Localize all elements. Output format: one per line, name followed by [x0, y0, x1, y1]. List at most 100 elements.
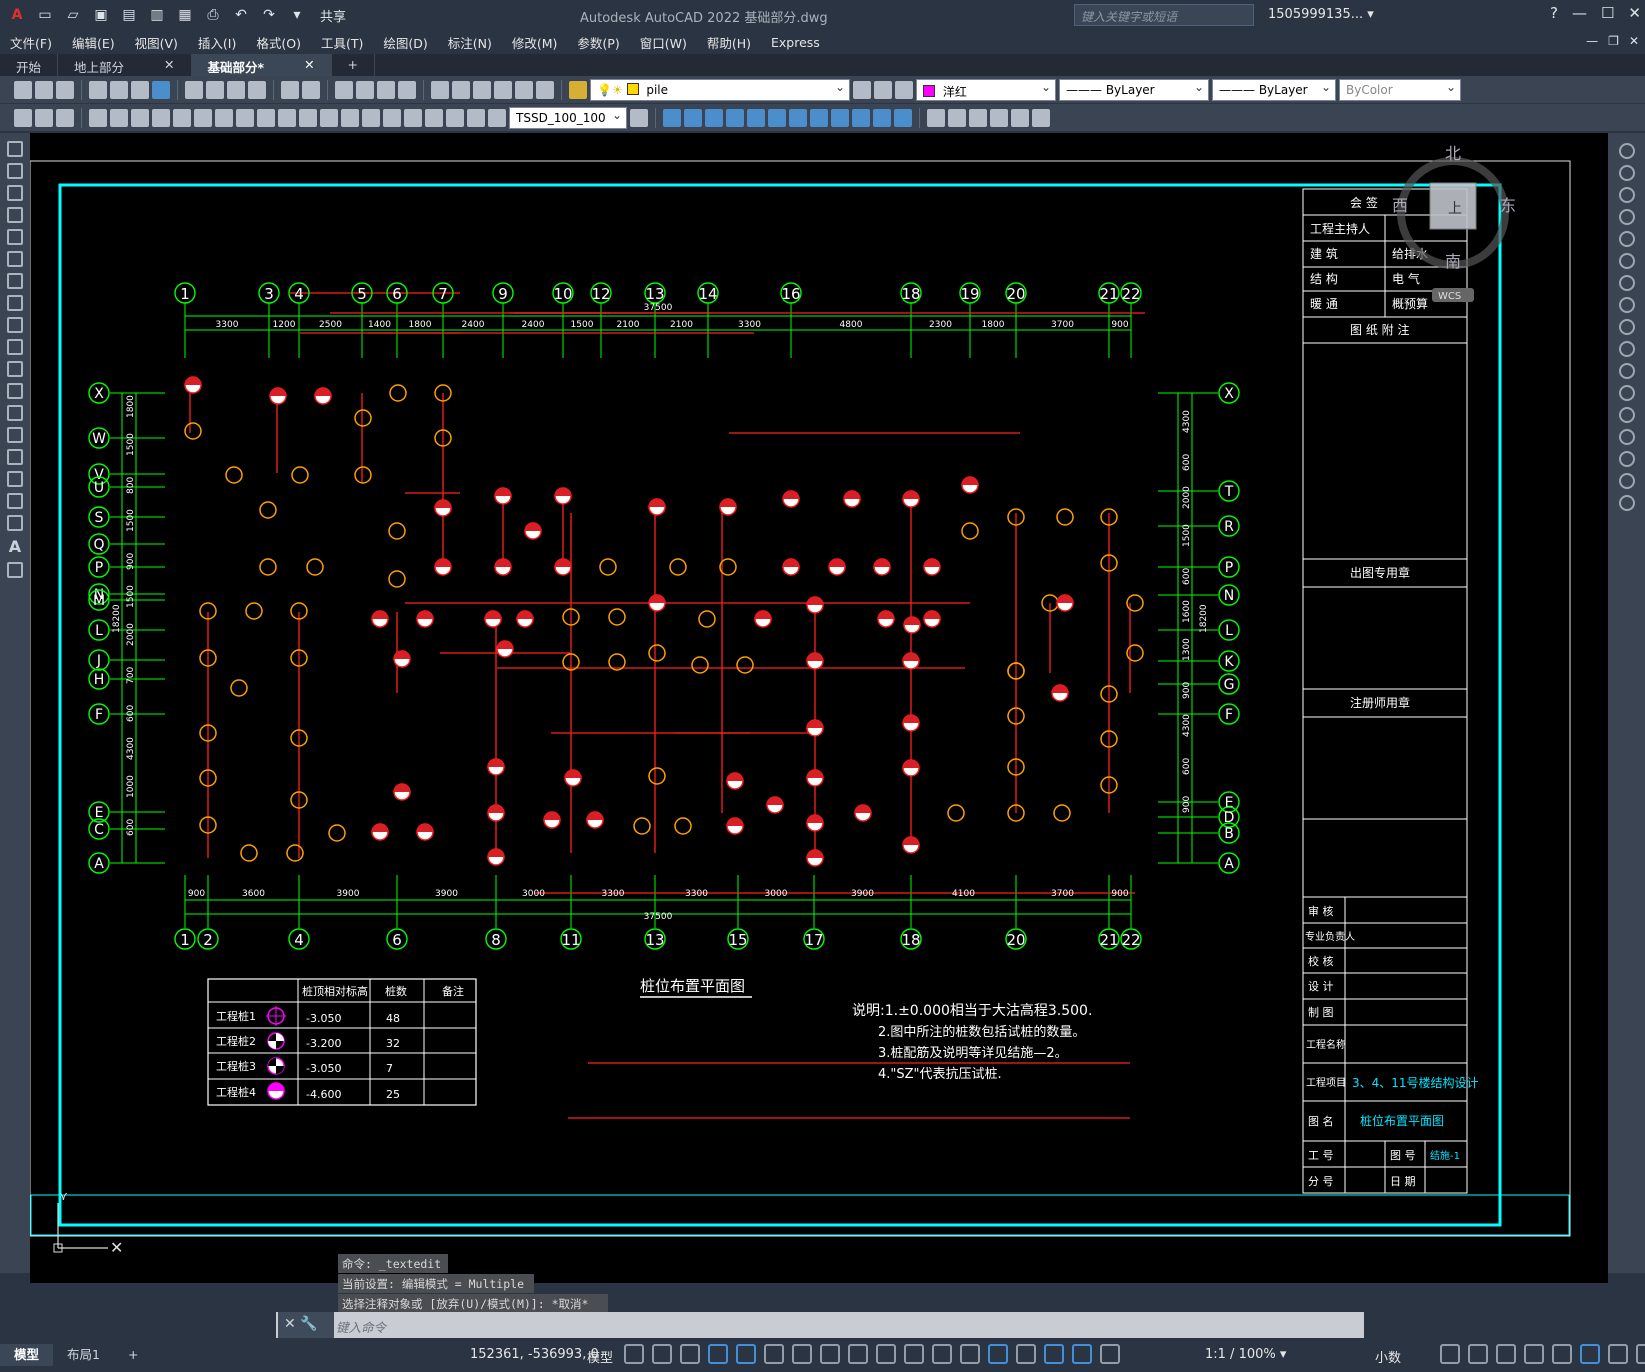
scale-icon[interactable] [1618, 297, 1635, 313]
table-icon[interactable] [7, 515, 23, 531]
3d-print-icon[interactable] [152, 80, 170, 99]
join-icon[interactable] [1618, 407, 1635, 423]
command-input[interactable]: 键入命令 [276, 1312, 1364, 1338]
3d-osnap-icon[interactable] [960, 1344, 980, 1364]
save-icon[interactable]: ▣ [90, 4, 112, 26]
break-icon[interactable] [1618, 385, 1635, 401]
ordinate-dim-icon[interactable] [152, 108, 170, 127]
preview-icon[interactable] [110, 80, 128, 99]
tool-palettes-icon[interactable] [473, 80, 491, 99]
viewcube-north[interactable]: 北 [1445, 144, 1461, 163]
menu-dimension[interactable]: 标注(N) [438, 33, 502, 52]
drawing-canvas[interactable]: 1 3 4 5 6 7 9 10 12 13 14 16 18 19 20 21 22 1 2 4 6 8 11 13 15 17… [30, 133, 1608, 1283]
explode-icon[interactable] [1618, 495, 1635, 511]
layer-properties-icon[interactable] [569, 80, 587, 99]
layer-previous-icon[interactable] [874, 80, 892, 99]
add-layout-icon[interactable]: + [114, 1344, 152, 1366]
chamfer-icon[interactable] [1618, 429, 1635, 445]
menu-edit[interactable]: 编辑(E) [62, 33, 125, 52]
point-icon[interactable] [7, 427, 23, 443]
dim-edit-icon[interactable] [446, 108, 464, 127]
object-snap-icon[interactable] [848, 1344, 868, 1364]
erase-icon[interactable] [1618, 143, 1635, 159]
menu-tools[interactable]: 工具(T) [311, 33, 373, 52]
menu-file[interactable]: 文件(F) [0, 33, 62, 52]
ucs-view-icon[interactable] [768, 108, 786, 127]
dynamic-input-icon[interactable] [708, 1344, 728, 1364]
tool-icon[interactable] [14, 108, 32, 127]
line-icon[interactable] [7, 141, 23, 157]
hatch-icon[interactable] [7, 449, 23, 465]
viewcube-east[interactable]: 东 [1500, 196, 1516, 215]
sheet-set-icon[interactable] [494, 80, 512, 99]
spline-icon[interactable] [7, 317, 23, 333]
make-block-icon[interactable] [7, 405, 23, 421]
redo-icon[interactable] [302, 80, 320, 99]
ellipse-icon[interactable] [7, 339, 23, 355]
circle-icon[interactable] [7, 273, 23, 289]
blend-icon[interactable] [1618, 473, 1635, 489]
hardware-accel-icon[interactable] [1580, 1344, 1600, 1364]
close-icon[interactable]: ✕ [1628, 4, 1641, 22]
ucs-zaxis-icon[interactable] [810, 108, 828, 127]
command-close-icon[interactable]: ✕ 🔧 [278, 1312, 334, 1338]
insert-block-icon[interactable] [7, 383, 23, 399]
transparency-icon[interactable] [904, 1344, 924, 1364]
design-center-icon[interactable] [452, 80, 470, 99]
layer-dropdown[interactable]: 💡☀ pile [590, 78, 850, 101]
trim-icon[interactable] [1618, 341, 1635, 357]
menu-format[interactable]: 格式(O) [246, 33, 311, 52]
dim-break-icon[interactable] [341, 108, 359, 127]
zoom-window-icon[interactable] [377, 80, 395, 99]
help-icon[interactable]: ? [1550, 4, 1558, 22]
grid-icon[interactable] [624, 1344, 644, 1364]
tab-above-ground[interactable]: 地上部分 ✕ [58, 54, 192, 76]
user-account[interactable]: 1505999135... ▾ [1268, 7, 1374, 22]
autocad-logo-icon[interactable]: A [6, 4, 28, 26]
ucs-y-icon[interactable] [873, 108, 891, 127]
object-snap-tracking-icon[interactable] [820, 1344, 840, 1364]
isodraft-icon[interactable] [792, 1344, 812, 1364]
aligned-dim-icon[interactable] [110, 108, 128, 127]
extend-icon[interactable] [1618, 363, 1635, 379]
tolerance-icon[interactable] [362, 108, 380, 127]
move-icon[interactable] [1618, 253, 1635, 269]
doc-minimize-icon[interactable]: — [1586, 34, 1598, 48]
dynamic-ucs-icon[interactable] [988, 1344, 1008, 1364]
search-input[interactable]: 键入关键字或短语 [1074, 4, 1254, 26]
isolate-icon[interactable] [1552, 1344, 1572, 1364]
plus-icon[interactable] [1468, 1344, 1488, 1364]
tab-start[interactable]: 开始 [0, 54, 59, 76]
lock-ui-icon[interactable] [1524, 1344, 1544, 1364]
layer-states-icon[interactable] [895, 80, 913, 99]
angular-dim-icon[interactable] [236, 108, 254, 127]
quick-dim-icon[interactable] [257, 108, 275, 127]
rectangle-icon[interactable] [7, 229, 23, 245]
view-icon[interactable] [1011, 108, 1029, 127]
calculator-icon[interactable] [515, 80, 533, 99]
paste-icon[interactable] [227, 80, 245, 99]
add-selected-icon[interactable] [7, 562, 23, 578]
ucs-3point-icon[interactable] [831, 108, 849, 127]
ucs-object-icon[interactable] [747, 108, 765, 127]
web-open-icon[interactable]: ▥ [146, 4, 168, 26]
copy-icon[interactable] [206, 80, 224, 99]
save-as-icon[interactable]: ▤ [118, 4, 140, 26]
undo-icon[interactable] [281, 80, 299, 99]
view-icon[interactable] [969, 108, 987, 127]
mirror-icon[interactable] [1618, 187, 1635, 203]
revcloud-icon[interactable] [7, 295, 23, 311]
doc-restore-icon[interactable]: ❐ [1608, 34, 1619, 48]
save-icon[interactable] [56, 80, 74, 99]
polar-icon[interactable] [764, 1344, 784, 1364]
inspection-icon[interactable] [404, 108, 422, 127]
tab-close-icon[interactable]: ✕ [304, 57, 314, 73]
array-icon[interactable] [1618, 231, 1635, 247]
menu-parametric[interactable]: 参数(P) [567, 33, 629, 52]
ucs-x-icon[interactable] [852, 108, 870, 127]
construction-line-icon[interactable] [7, 163, 23, 179]
dim-space-icon[interactable] [320, 108, 338, 127]
open-icon[interactable]: ▱ [62, 4, 84, 26]
new-icon[interactable]: ▭ [34, 4, 56, 26]
new-tab-button[interactable]: + [332, 54, 376, 76]
